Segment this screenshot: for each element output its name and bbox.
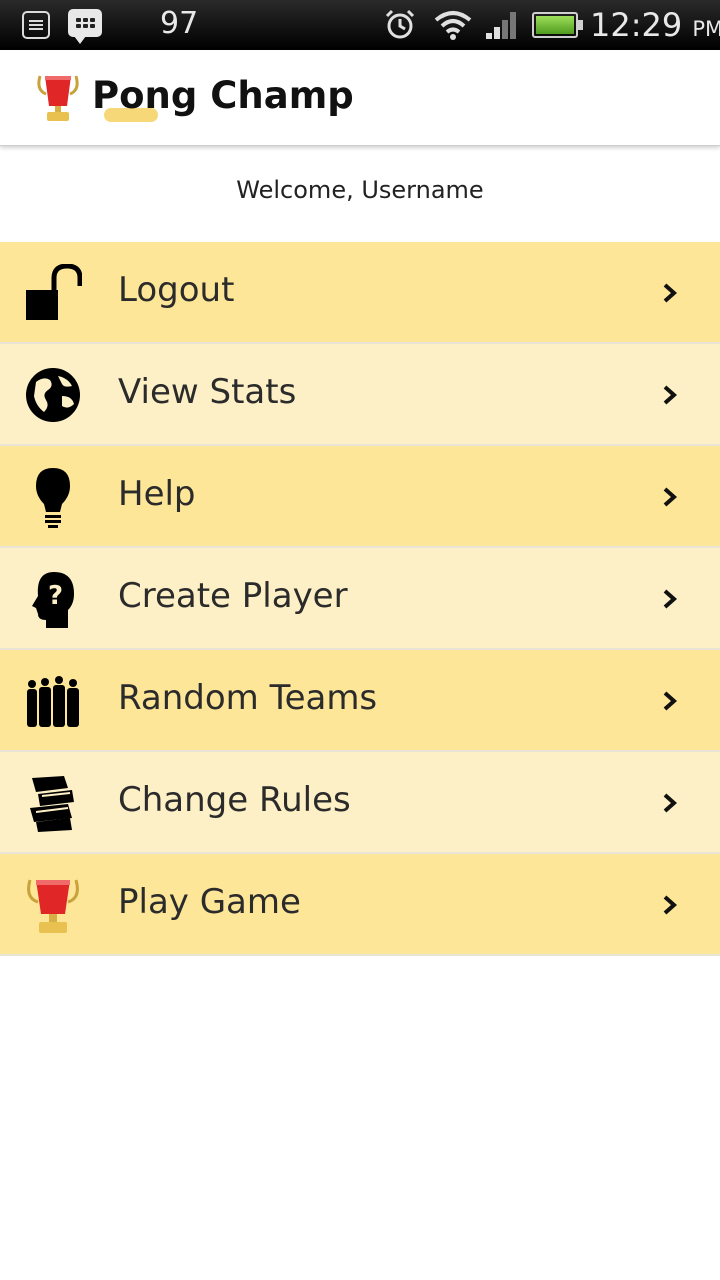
- app-title: Pong Champ: [92, 74, 354, 117]
- wifi-icon: [434, 9, 472, 41]
- menu-item-create-player[interactable]: ? Create Player: [0, 548, 720, 650]
- menu-item-change-rules[interactable]: Change Rules: [0, 752, 720, 854]
- chevron-right-icon: [660, 690, 680, 712]
- trophy-cup-icon: [24, 876, 82, 934]
- bbm-icon: [68, 9, 102, 44]
- battery-icon: [532, 12, 583, 38]
- signal-icon: [484, 9, 520, 41]
- people-group-icon: [24, 672, 82, 730]
- menu-item-label: Create Player: [118, 576, 348, 616]
- menu-item-label: View Stats: [118, 372, 297, 412]
- notification-count: 97: [160, 6, 199, 41]
- menu-item-play-game[interactable]: Play Game: [0, 854, 720, 956]
- menu-item-random-teams[interactable]: Random Teams: [0, 650, 720, 752]
- chevron-right-icon: [660, 588, 680, 610]
- notification-list-icon: [22, 11, 50, 39]
- menu-item-label: Play Game: [118, 882, 301, 922]
- menu-item-logout[interactable]: Logout: [0, 242, 720, 344]
- chevron-right-icon: [660, 384, 680, 406]
- clock: 12:29 PM: [590, 6, 720, 44]
- chevron-right-icon: [660, 894, 680, 916]
- unlocked-padlock-icon: [24, 263, 83, 322]
- chevron-right-icon: [660, 282, 680, 304]
- menu-item-label: Help: [118, 474, 196, 514]
- welcome-text: Welcome, Username: [236, 176, 484, 204]
- alarm-icon: [384, 9, 416, 41]
- question-head-icon: ?: [24, 570, 82, 628]
- main-menu: Logout View Stats Help ? Create Player R…: [0, 242, 720, 956]
- chevron-right-icon: [660, 792, 680, 814]
- menu-item-view-stats[interactable]: View Stats: [0, 344, 720, 446]
- trophy-logo-icon: [36, 72, 80, 124]
- chevron-right-icon: [660, 486, 680, 508]
- menu-item-label: Logout: [118, 270, 235, 310]
- menu-item-help[interactable]: Help: [0, 446, 720, 548]
- lightbulb-icon: [24, 468, 82, 528]
- books-icon: [24, 774, 82, 832]
- svg-text:?: ?: [48, 581, 63, 611]
- menu-item-label: Random Teams: [118, 678, 378, 718]
- status-bar: 97 12:29 PM: [0, 0, 720, 50]
- menu-item-label: Change Rules: [118, 780, 351, 820]
- globe-icon: [24, 366, 82, 424]
- app-header: Pong Champ: [0, 50, 720, 146]
